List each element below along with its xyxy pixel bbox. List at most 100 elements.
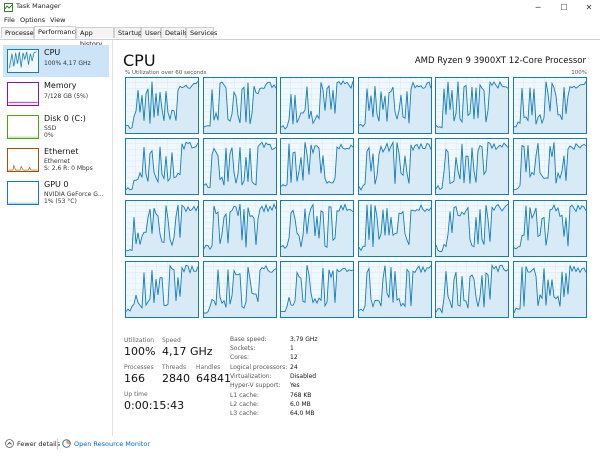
resource-monitor-icon xyxy=(62,439,71,448)
performance-sidebar: CPU 100% 4,17 GHz Memory 7/128 GB (5%) D… xyxy=(0,40,113,436)
sidebar-item-ethernet[interactable]: Ethernet Ethernet S: 2,6 R: 0 Mbps xyxy=(3,144,109,176)
sidebar-gpu-model: NVIDIA GeForce G... xyxy=(44,191,104,198)
window-title: Task Manager xyxy=(16,2,61,10)
processes-label: Processes xyxy=(124,364,154,371)
sidebar-gpu-usage: 1% (53 °C) xyxy=(44,198,77,205)
ethernet-thumbnail-graph xyxy=(7,148,39,172)
chevron-up-icon[interactable] xyxy=(5,439,14,448)
logical-processor-graph xyxy=(357,199,432,257)
spec-l3-cache-label: L3 cache: xyxy=(230,410,259,417)
menu-file[interactable]: File xyxy=(4,16,15,24)
logical-processor-graph xyxy=(513,199,587,257)
processes-value: 166 xyxy=(124,372,145,385)
logical-processor-graph xyxy=(435,199,510,257)
menu-view[interactable]: View xyxy=(50,16,65,24)
sidebar-cpu-usage: 100% 4,17 GHz xyxy=(44,60,91,67)
sidebar-ethernet-adapter: Ethernet xyxy=(44,158,70,165)
task-manager-icon xyxy=(4,3,13,12)
menu-bar: File Options View xyxy=(0,15,600,27)
logical-processor-graph xyxy=(280,199,355,257)
logical-processor-graph xyxy=(513,260,587,318)
sidebar-memory-usage: 7/128 GB (5%) xyxy=(44,93,89,100)
sidebar-disk-usage: 0% xyxy=(44,132,54,139)
disk-thumbnail-graph xyxy=(7,115,39,139)
logical-processor-graph xyxy=(125,77,199,134)
memory-thumbnail-graph xyxy=(7,82,39,106)
utilization-label: Utilization xyxy=(124,337,155,344)
logical-processor-graph xyxy=(435,260,510,318)
logical-processor-graph xyxy=(435,77,510,134)
sidebar-item-memory[interactable]: Memory 7/128 GB (5%) xyxy=(3,78,109,110)
maximize-button[interactable]: ☐ xyxy=(553,0,575,15)
sidebar-ethernet-throughput: S: 2,6 R: 0 Mbps xyxy=(44,165,93,172)
utilization-value: 100% xyxy=(124,345,156,358)
speed-label: Speed xyxy=(162,337,181,344)
sidebar-gpu-title: GPU 0 xyxy=(44,180,69,189)
spec-cores-label: Cores: xyxy=(230,354,250,361)
spec-l1-cache-label: L1 cache: xyxy=(230,392,259,399)
spec-hyperv-label: Hyper-V support: xyxy=(230,382,281,389)
threads-label: Threads xyxy=(162,364,187,371)
open-resource-monitor-link[interactable]: Open Resource Monitor xyxy=(74,440,150,448)
spec-logical-processors-value: 24 xyxy=(290,364,298,371)
logical-processor-graph xyxy=(202,199,277,257)
logical-processor-graphs xyxy=(125,77,587,321)
logical-processor-graph xyxy=(513,138,587,196)
handles-label: Handles xyxy=(196,364,221,371)
tab-app-history[interactable]: App history xyxy=(76,27,114,48)
spec-l1-cache-value: 768 KB xyxy=(290,392,312,399)
minimize-button[interactable]: ─ xyxy=(527,0,549,15)
logical-processor-graph xyxy=(202,138,277,196)
logical-processor-graph xyxy=(280,260,355,318)
menu-options[interactable]: Options xyxy=(20,16,45,24)
tab-details[interactable]: Details xyxy=(161,27,188,38)
logical-processor-graph xyxy=(357,77,432,134)
spec-hyperv-value: Yes xyxy=(290,382,300,389)
title-bar: Task Manager ─ ☐ ✕ xyxy=(0,0,600,15)
logical-processor-graph xyxy=(125,260,199,318)
sidebar-ethernet-title: Ethernet xyxy=(44,147,79,156)
sidebar-item-disk[interactable]: Disk 0 (C:) SSD 0% xyxy=(3,111,109,143)
tab-services[interactable]: Services xyxy=(186,27,217,38)
logical-processor-graph xyxy=(125,138,199,196)
spec-l2-cache-label: L2 cache: xyxy=(230,401,259,408)
tab-performance[interactable]: Performance xyxy=(34,26,79,39)
threads-value: 2840 xyxy=(162,372,190,385)
sidebar-item-cpu[interactable]: CPU 100% 4,17 GHz xyxy=(3,45,109,77)
sidebar-cpu-title: CPU xyxy=(44,48,61,57)
spec-sockets-value: 1 xyxy=(290,345,294,352)
speed-value: 4,17 GHz xyxy=(162,345,213,358)
logical-processor-graph xyxy=(280,77,355,134)
tab-startup[interactable]: Startup xyxy=(114,27,142,38)
uptime-label: Up time xyxy=(124,391,148,398)
spec-cores-value: 12 xyxy=(290,354,298,361)
spec-virtualization-label: Virtualization: xyxy=(230,373,272,380)
fewer-details-button[interactable]: Fewer details xyxy=(17,440,60,448)
spec-base-speed-label: Base speed: xyxy=(230,336,267,343)
spec-sockets-label: Sockets: xyxy=(230,345,256,352)
handles-value: 64841 xyxy=(196,372,231,385)
cpu-thumbnail-graph xyxy=(7,49,39,73)
tab-strip: Processes Performance App history Startu… xyxy=(0,26,600,48)
spec-base-speed-value: 3,79 GHz xyxy=(290,336,318,343)
tab-processes[interactable]: Processes xyxy=(1,27,37,38)
close-button[interactable]: ✕ xyxy=(578,0,600,15)
sidebar-disk-title: Disk 0 (C:) xyxy=(44,114,86,123)
sidebar-memory-title: Memory xyxy=(44,81,77,90)
page-title: CPU xyxy=(123,51,156,70)
footer-divider xyxy=(57,439,58,449)
logical-processor-graph xyxy=(202,77,277,134)
utilization-axis-label: % Utilization over 60 seconds xyxy=(125,70,207,76)
logical-processor-graph xyxy=(435,138,510,196)
logical-processor-graph xyxy=(357,138,432,196)
spec-logical-processors-label: Logical processors: xyxy=(230,364,288,371)
processor-name: AMD Ryzen 9 3900XT 12-Core Processor xyxy=(414,56,586,66)
sidebar-item-gpu[interactable]: GPU 0 NVIDIA GeForce G... 1% (53 °C) xyxy=(3,177,109,209)
footer-bar: Fewer details Open Resource Monitor xyxy=(0,436,600,456)
logical-processor-graph xyxy=(357,260,432,318)
spec-virtualization-value: Disabled xyxy=(290,373,317,380)
tab-users[interactable]: Users xyxy=(141,27,163,38)
gpu-thumbnail-graph xyxy=(7,181,39,205)
sidebar-disk-type: SSD xyxy=(44,125,57,132)
spec-l3-cache-value: 64,0 MB xyxy=(290,410,315,417)
